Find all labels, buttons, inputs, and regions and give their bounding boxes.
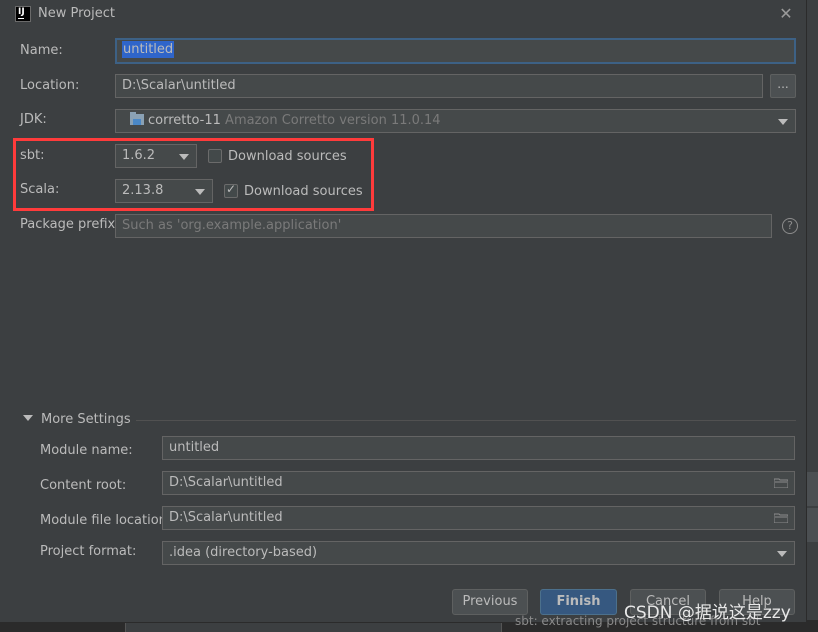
- intellij-app-icon: IJ: [15, 6, 31, 22]
- module-name-label: Module name:: [40, 443, 133, 458]
- project-format-combobox[interactable]: .idea (directory-based): [162, 541, 795, 565]
- jdk-detail: Amazon Corretto version 11.0.14: [225, 113, 441, 128]
- module-name-input[interactable]: untitled: [162, 436, 795, 460]
- jdk-folder-icon: [130, 112, 144, 125]
- name-input[interactable]: untitled: [115, 38, 796, 64]
- jdk-label: JDK:: [20, 112, 47, 127]
- project-format-value: .idea (directory-based): [169, 545, 318, 560]
- help-icon[interactable]: ?: [782, 218, 798, 234]
- jdk-value: corretto-11: [148, 113, 221, 128]
- close-icon[interactable]: ✕: [778, 6, 794, 22]
- previous-button[interactable]: Previous: [452, 589, 528, 615]
- package-prefix-label: Package prefix:: [20, 217, 120, 232]
- dialog-titlebar: IJ New Project ✕: [0, 0, 806, 30]
- module-file-location-label: Module file location:: [40, 513, 172, 528]
- chevron-down-icon: [778, 119, 788, 125]
- more-settings-toggle[interactable]: More Settings: [41, 412, 131, 427]
- content-root-value: D:\Scalar\untitled: [169, 475, 283, 490]
- project-format-label: Project format:: [40, 544, 137, 559]
- location-label: Location:: [20, 78, 80, 93]
- dialog-title: New Project: [38, 6, 115, 21]
- folder-icon[interactable]: [774, 513, 788, 523]
- content-root-label: Content root:: [40, 478, 127, 493]
- name-input-value: untitled: [122, 41, 175, 58]
- watermark-text: CSDN @据说这是zzy: [624, 603, 791, 623]
- module-file-location-value: D:\Scalar\untitled: [169, 510, 283, 525]
- jdk-combobox[interactable]: corretto-11 Amazon Corretto version 11.0…: [115, 109, 796, 133]
- location-browse-button[interactable]: ...: [770, 74, 796, 98]
- folder-icon[interactable]: [774, 478, 788, 488]
- module-file-location-input[interactable]: D:\Scalar\untitled: [162, 506, 795, 530]
- new-project-dialog: IJ New Project ✕ Name: untitled Location…: [0, 0, 807, 623]
- chevron-down-icon[interactable]: [23, 415, 33, 421]
- package-prefix-input[interactable]: Such as 'org.example.application': [115, 214, 772, 238]
- name-label: Name:: [20, 43, 63, 58]
- highlight-box: [13, 138, 374, 211]
- more-settings-divider: [136, 420, 796, 421]
- chevron-down-icon: [777, 551, 787, 557]
- finish-button[interactable]: Finish: [540, 589, 617, 615]
- location-input[interactable]: D:\Scalar\untitled: [115, 74, 763, 98]
- content-root-input[interactable]: D:\Scalar\untitled: [162, 471, 795, 495]
